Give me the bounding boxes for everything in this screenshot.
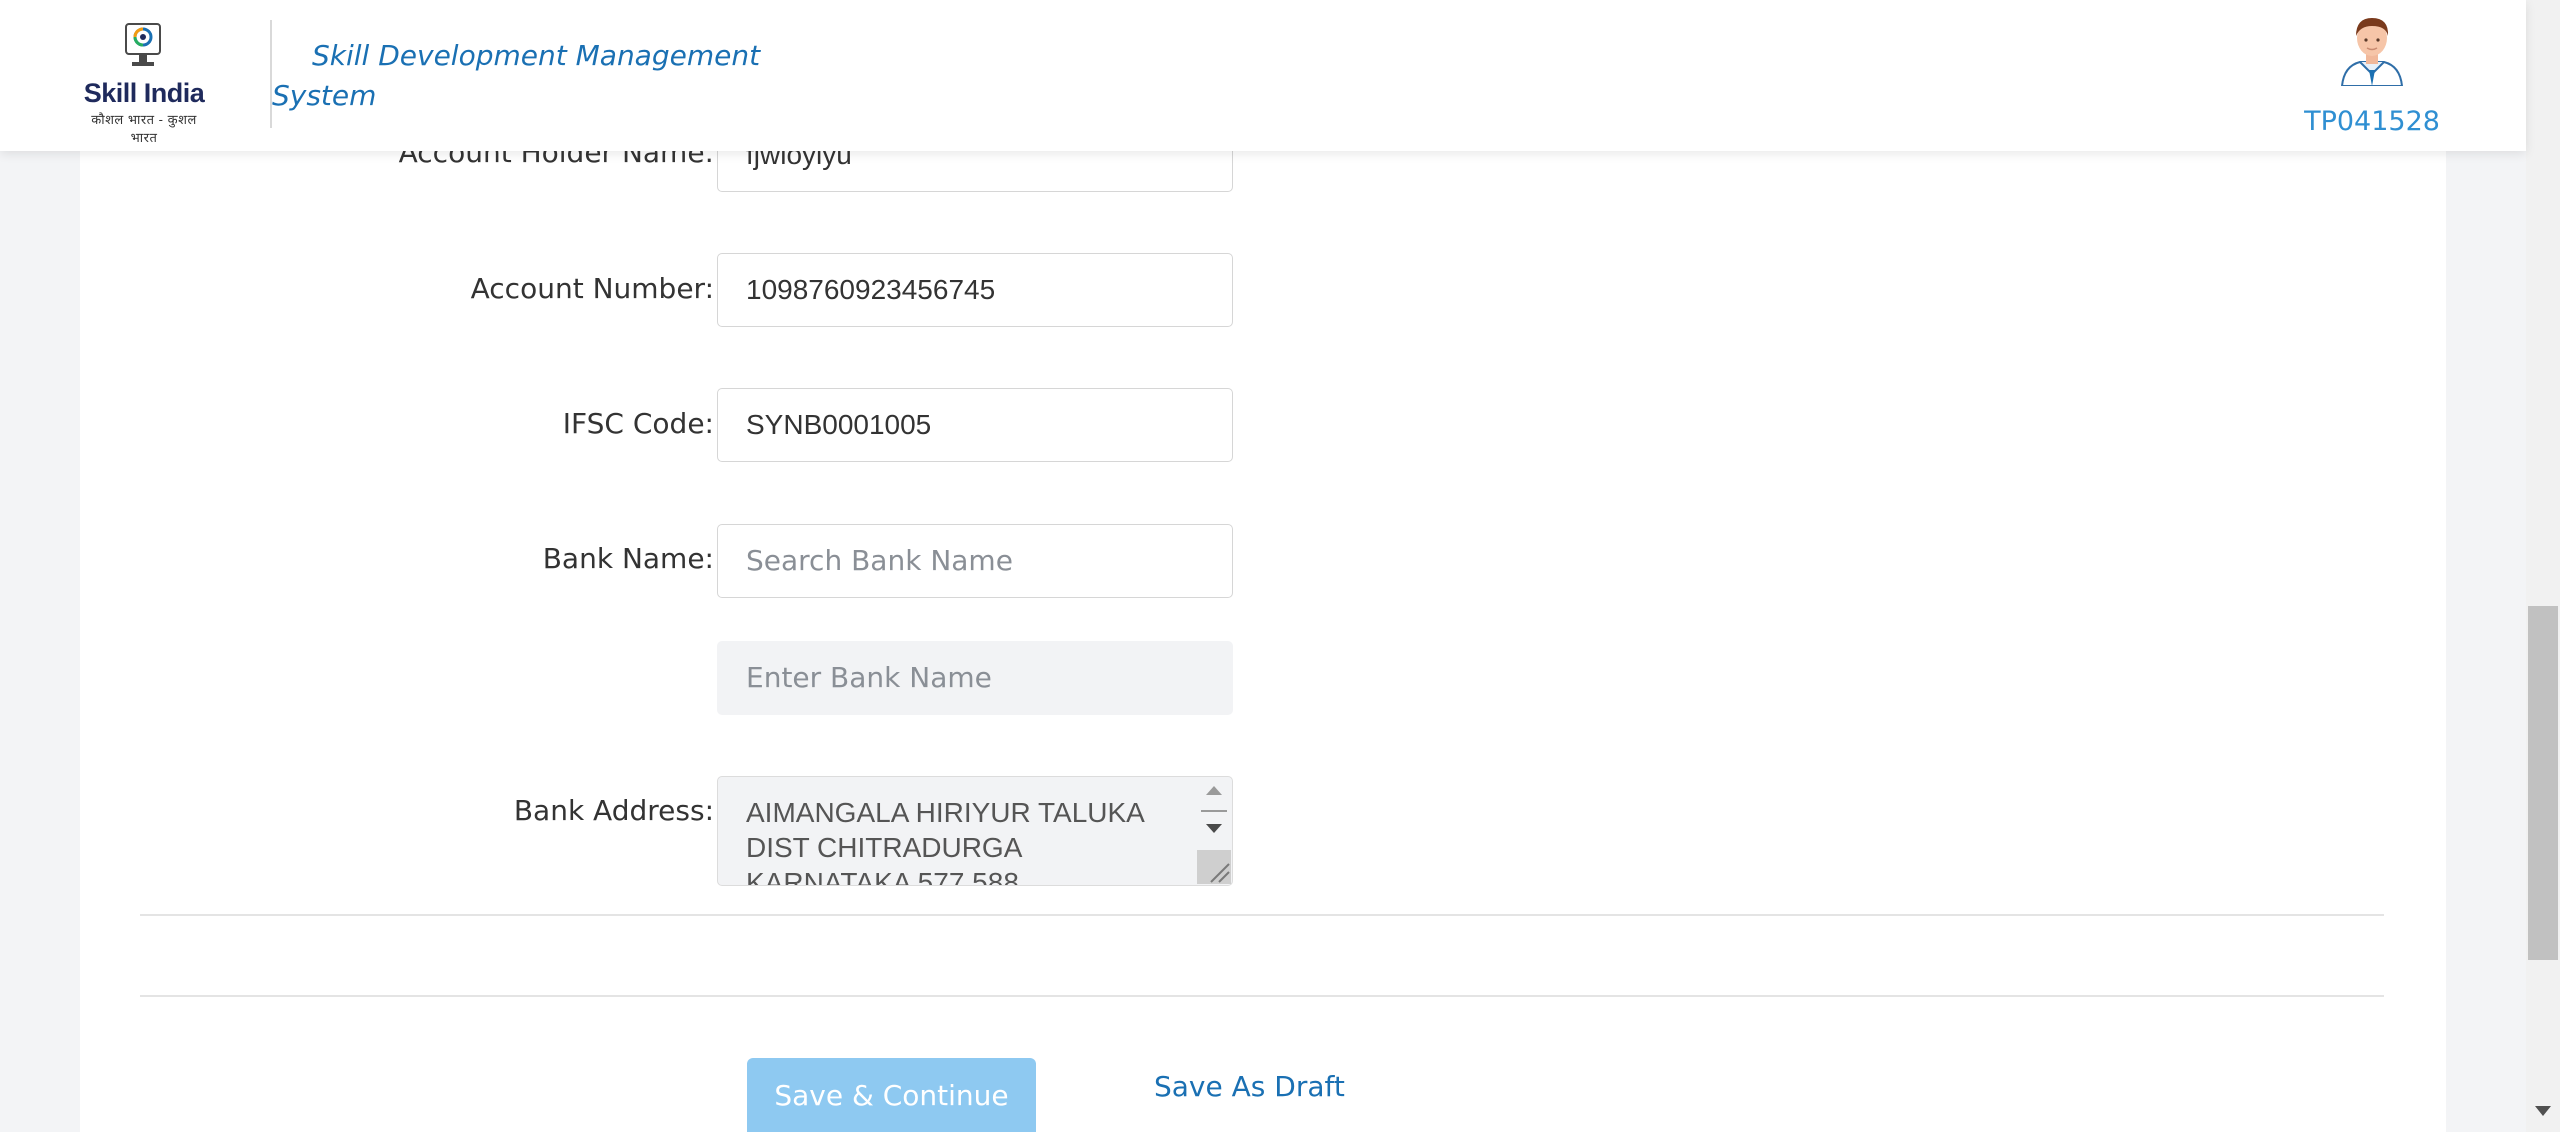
bank-name-manual-input[interactable]	[717, 641, 1233, 715]
save-draft-button[interactable]: Save As Draft	[1154, 1070, 1345, 1103]
bank-name-search-input[interactable]	[717, 524, 1233, 598]
form-card: Account Holder Name:* Account Number:* I…	[80, 0, 2446, 1132]
skill-india-emblem-icon	[125, 23, 161, 66]
system-title: Skill Development Management System	[272, 39, 761, 112]
user-id[interactable]: TP041528	[2290, 106, 2454, 137]
scroll-up-icon[interactable]	[1206, 786, 1222, 795]
bank-address-textarea[interactable]: AIMANGALA HIRIYUR TALUKA DIST CHITRADURG…	[717, 776, 1233, 886]
account-number-label: Account Number:*	[470, 272, 736, 305]
save-continue-button[interactable]: Save & Continue	[747, 1058, 1036, 1132]
bank-name-label: Bank Name:*	[542, 542, 736, 575]
page-scroll-thumb[interactable]	[2528, 606, 2558, 960]
textarea-scroll-thumb[interactable]	[1201, 810, 1227, 812]
skill-india-logo[interactable]: Skill India कौशल भारत - कुशल भारत	[80, 22, 208, 145]
section-divider-bottom	[140, 995, 2384, 997]
resize-handle-icon[interactable]	[1197, 850, 1231, 884]
bank-address-label: Bank Address:*	[513, 794, 736, 827]
app-header: Skill India कौशल भारत - कुशल भारत Skill …	[0, 0, 2526, 151]
scroll-down-icon[interactable]	[1206, 824, 1222, 833]
ifsc-label: IFSC Code:*	[562, 407, 736, 440]
section-divider-top	[140, 914, 2384, 916]
user-avatar-icon[interactable]	[2336, 14, 2408, 86]
account-number-input[interactable]	[717, 253, 1233, 327]
logo-tagline: कौशल भारत - कुशल भारत	[91, 112, 197, 145]
ifsc-input[interactable]	[717, 388, 1233, 462]
logo-text: Skill India	[83, 78, 205, 108]
scroll-down-arrow-icon[interactable]	[2535, 1106, 2551, 1116]
textarea-scrollbar[interactable]	[1197, 778, 1231, 884]
page-scrollbar[interactable]	[2526, 0, 2560, 1132]
